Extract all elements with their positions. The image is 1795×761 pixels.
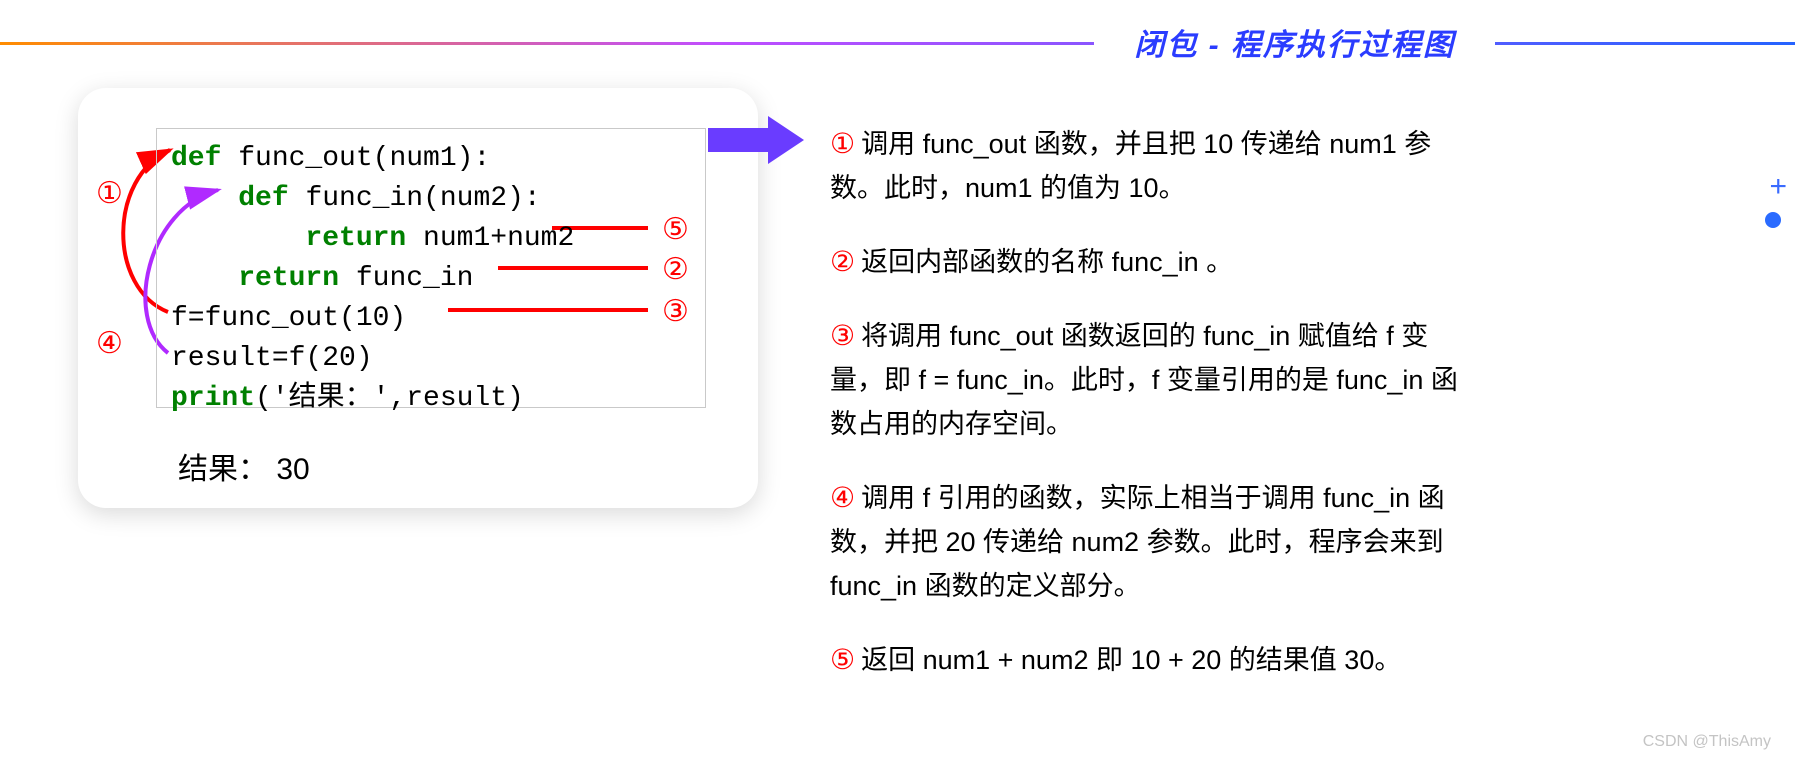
steps-description: ①调用 func_out 函数，并且把 10 传递给 num1 参数。此时，nu… bbox=[830, 122, 1470, 712]
step-4-marker: ④ bbox=[830, 482, 855, 513]
step-1: ①调用 func_out 函数，并且把 10 传递给 num1 参数。此时，nu… bbox=[830, 122, 1470, 210]
code-panel: ① ④ ⑤ ② ③ def func_out(num1): def func_i… bbox=[78, 88, 758, 508]
code-line-7: print('结果：',result) bbox=[171, 379, 691, 419]
top-gradient-line bbox=[0, 42, 1795, 45]
code-line-2: def func_in(num2): bbox=[171, 179, 691, 219]
step-1-marker: ① bbox=[830, 128, 855, 159]
step-4-text: 调用 f 引用的函数，实际上相当于调用 func_in 函数，并把 20 传递给… bbox=[830, 483, 1445, 601]
step-2: ②返回内部函数的名称 func_in 。 bbox=[830, 240, 1470, 284]
side-dot-icon bbox=[1765, 212, 1781, 228]
step-2-marker: ② bbox=[830, 246, 855, 277]
annotation-1: ① bbox=[96, 176, 123, 211]
step-4: ④调用 f 引用的函数，实际上相当于调用 func_in 函数，并把 20 传递… bbox=[830, 476, 1470, 608]
code-line-6: result=f(20) bbox=[171, 339, 691, 379]
code-line-5: f=func_out(10) bbox=[171, 299, 691, 339]
step-3-marker: ③ bbox=[830, 320, 855, 351]
annotation-4: ④ bbox=[96, 326, 123, 361]
code-line-3: return num1+num2 bbox=[171, 219, 691, 259]
step-5-marker: ⑤ bbox=[830, 644, 855, 675]
side-plus-icon: + bbox=[1769, 170, 1787, 204]
page-title: 闭包 - 程序执行过程图 bbox=[1094, 20, 1495, 64]
watermark: CSDN @ThisAmy bbox=[1643, 733, 1771, 751]
step-3-text: 将调用 func_out 函数返回的 func_in 赋值给 f 变量，即 f … bbox=[830, 321, 1458, 439]
step-5-text: 返回 num1 + num2 即 10 + 20 的结果值 30。 bbox=[861, 645, 1401, 675]
code-line-4: return func_in bbox=[171, 259, 691, 299]
code-output: 结果： 30 bbox=[178, 444, 310, 488]
step-3: ③将调用 func_out 函数返回的 func_in 赋值给 f 变量，即 f… bbox=[830, 314, 1470, 446]
step-1-text: 调用 func_out 函数，并且把 10 传递给 num1 参数。此时，num… bbox=[830, 129, 1431, 203]
step-2-text: 返回内部函数的名称 func_in 。 bbox=[861, 247, 1233, 277]
code-block: def func_out(num1): def func_in(num2): r… bbox=[156, 128, 706, 408]
step-5: ⑤返回 num1 + num2 即 10 + 20 的结果值 30。 bbox=[830, 638, 1470, 682]
code-line-1: def func_out(num1): bbox=[171, 139, 691, 179]
